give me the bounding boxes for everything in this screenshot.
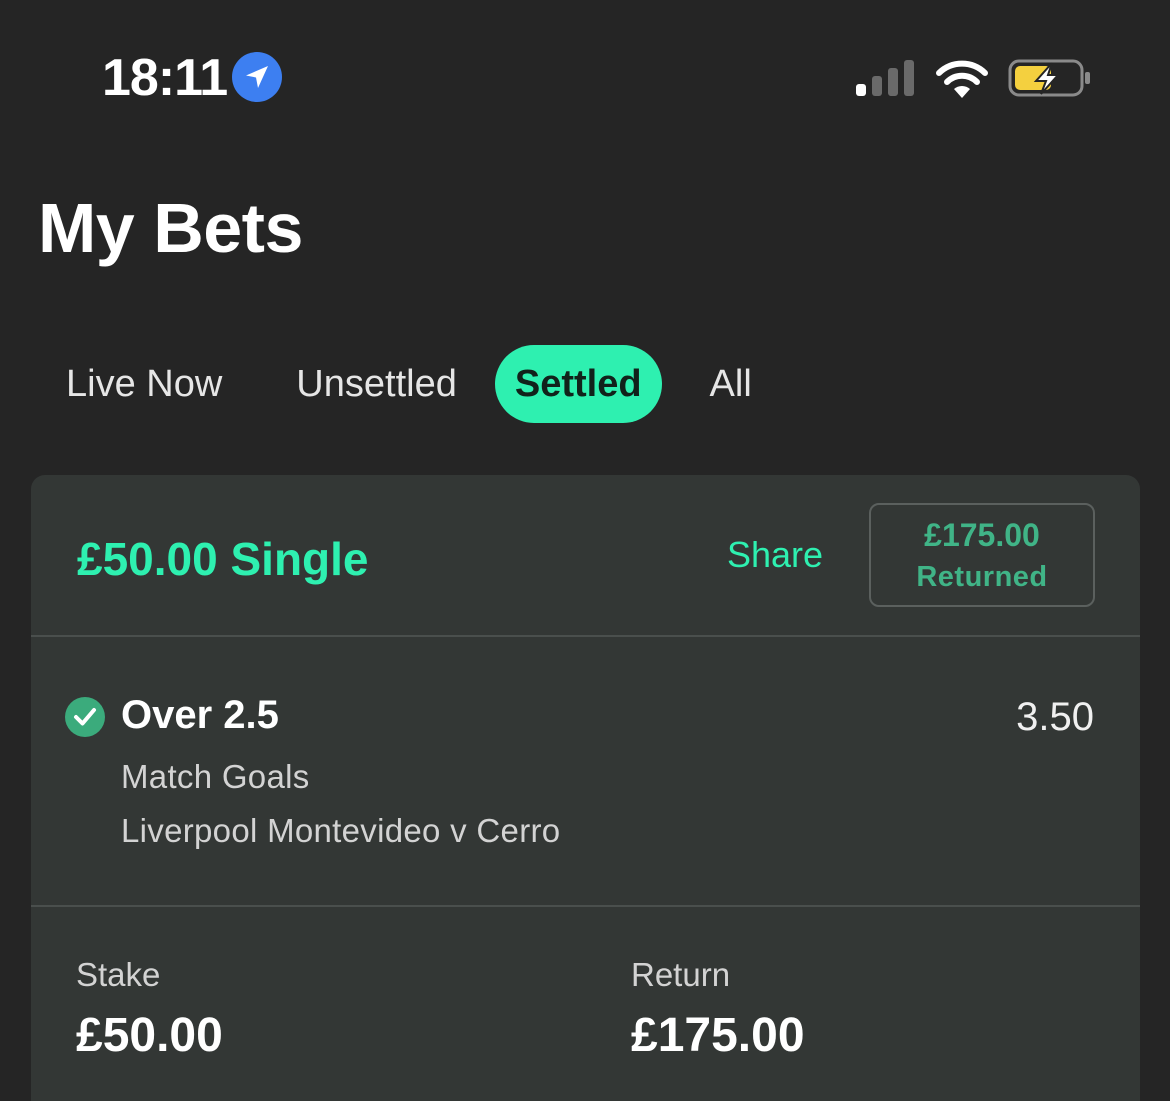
returned-label: Returned	[916, 561, 1048, 593]
my-bets-screen: 18:11 My Bets Live Now Unsettled Settled…	[0, 0, 1170, 1101]
bet-summary: Stake £50.00 Return £175.00	[31, 909, 1140, 1101]
stake-label: Stake	[76, 956, 161, 993]
stake-value: £50.00	[76, 1009, 223, 1062]
status-bar: 18:11	[0, 0, 1170, 150]
tab-live-now[interactable]: Live Now	[38, 345, 250, 423]
wifi-icon	[934, 58, 990, 98]
bet-title: £50.00 Single	[77, 533, 369, 585]
selection-odds: 3.50	[1016, 695, 1094, 739]
status-time: 18:11	[102, 49, 228, 107]
location-arrow-icon	[232, 52, 282, 102]
check-circle-icon	[65, 697, 105, 737]
selection-name: Over 2.5	[121, 693, 279, 737]
tab-unsettled[interactable]: Unsettled	[268, 345, 485, 423]
tab-all[interactable]: All	[682, 345, 780, 423]
return-value: £175.00	[631, 1009, 805, 1062]
returned-badge: £175.00 Returned	[869, 503, 1095, 607]
battery-charging-icon	[1008, 58, 1092, 98]
cellular-signal-icon	[856, 60, 916, 96]
return-label: Return	[631, 956, 731, 993]
tab-settled[interactable]: Settled	[494, 345, 662, 423]
event-name: Liverpool Montevideo v Cerro	[121, 812, 561, 849]
bet-filter-tabs: Live Now Unsettled Settled All	[38, 344, 780, 424]
page-title: My Bets	[38, 189, 303, 267]
bet-card-header: £50.00 Single Share £175.00 Returned	[31, 475, 1140, 637]
returned-amount: £175.00	[924, 517, 1040, 553]
market-name: Match Goals	[121, 758, 310, 795]
bet-selection: Over 2.5 3.50 Match Goals Liverpool Mont…	[31, 639, 1140, 907]
bet-card[interactable]: £50.00 Single Share £175.00 Returned Ove…	[31, 475, 1140, 1101]
share-button[interactable]: Share	[727, 533, 823, 577]
